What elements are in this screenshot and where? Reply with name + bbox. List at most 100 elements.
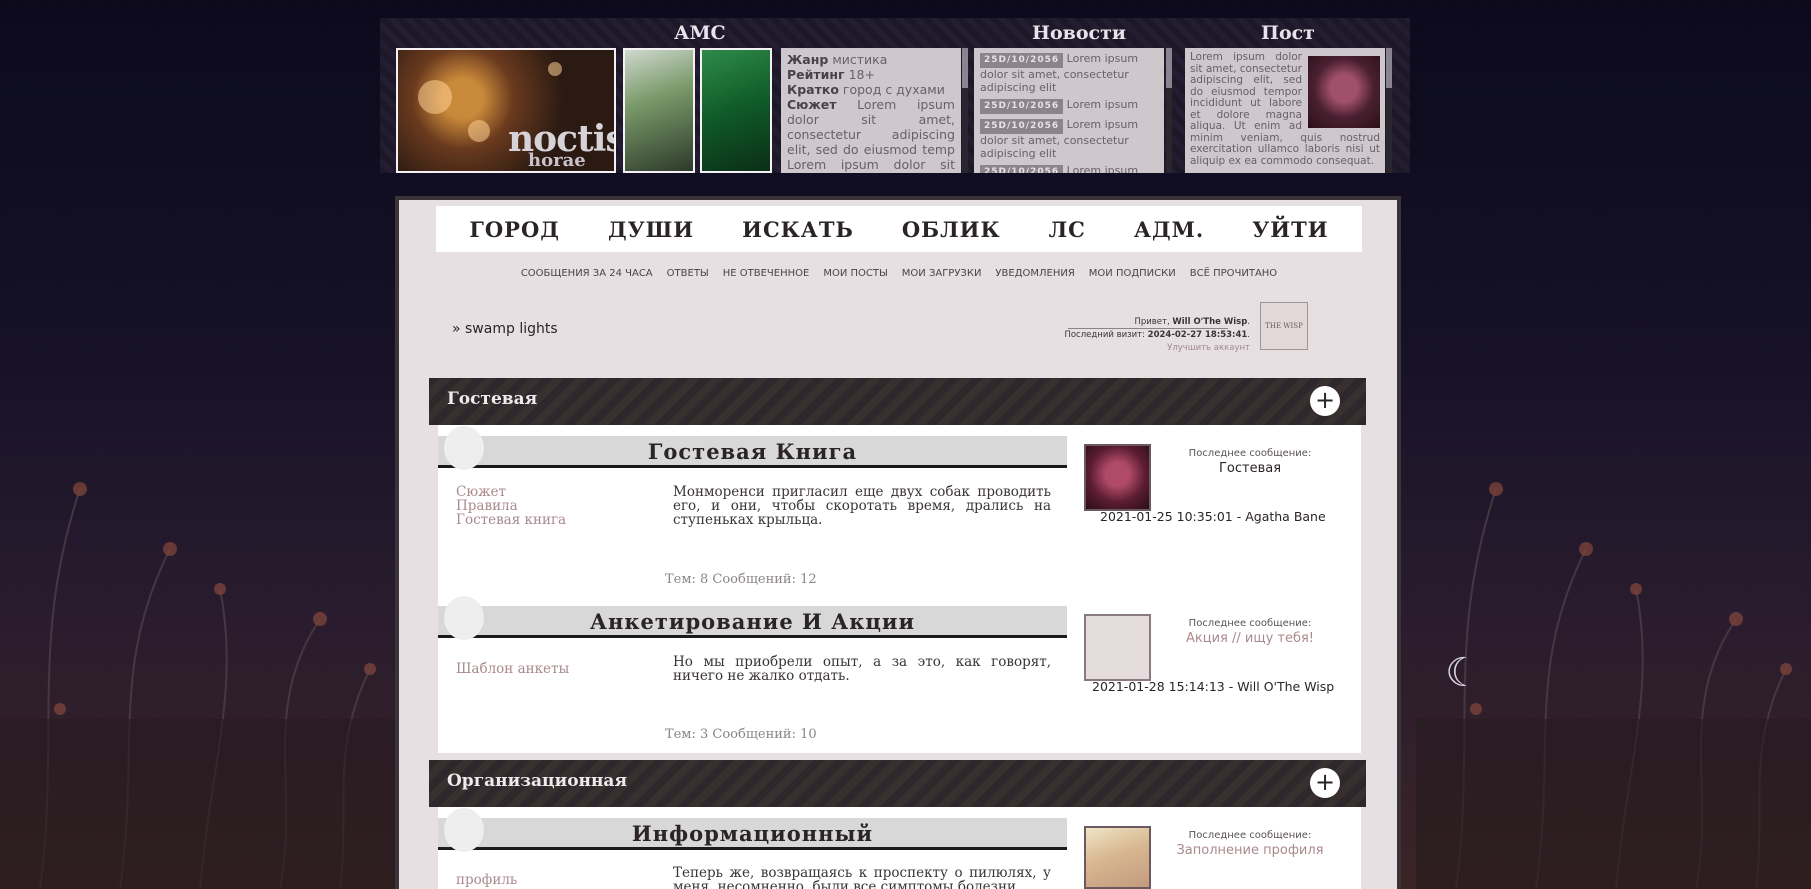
last-post-label: Последнее сообщение: (1188, 830, 1312, 841)
site-logo[interactable]: noctis horae (396, 48, 616, 173)
last-post-avatar[interactable] (1084, 444, 1151, 511)
last-visit-label: Последний визит: (1064, 330, 1145, 340)
scrollbar-thumb[interactable] (1386, 48, 1392, 88)
rating-value: 18+ (848, 67, 875, 82)
bokeh-light (418, 80, 452, 114)
rating-label: Рейтинг (787, 67, 845, 82)
forum-link[interactable]: профиль (456, 873, 517, 887)
news-text: Lorem ipsum (1066, 98, 1139, 111)
bokeh-light (468, 120, 490, 142)
news-date: 25D/10/2056 (980, 165, 1064, 173)
scrollbar-thumb[interactable] (1166, 48, 1172, 88)
news-date: 25D/10/2056 (980, 119, 1064, 134)
user-info-box: Привет, Will O'The Wisp. Последний визит… (1060, 302, 1308, 353)
post-scrollbar[interactable] (1386, 48, 1392, 173)
forum-stats: Тем: 3 Сообщений: 10 (665, 727, 817, 742)
nav-messages[interactable]: ЛС (1049, 217, 1086, 242)
nav-logout[interactable]: УЙТИ (1252, 217, 1328, 242)
ams-title: АМС (674, 22, 726, 44)
brief-label: Кратко (787, 82, 839, 97)
last-post-avatar[interactable] (1084, 826, 1151, 889)
forum-title-info[interactable]: Информационный (438, 821, 1067, 846)
news-scrollbar[interactable] (1166, 48, 1172, 173)
ams-avatar-1[interactable] (623, 48, 695, 173)
forum-title-applications[interactable]: Анкетирование И Акции (438, 609, 1067, 634)
logo-text-horae: horae (528, 150, 586, 171)
category-bar-guest: Гостевая + (429, 378, 1366, 425)
breadcrumb[interactable]: » swamp lights (452, 321, 558, 337)
plot-label: Сюжет (787, 97, 837, 112)
subnav-24h[interactable]: СООБЩЕНИЯ ЗА 24 ЧАСА (521, 268, 653, 279)
subnav-replies[interactable]: ОТВЕТЫ (667, 268, 709, 279)
nav-souls[interactable]: ДУШИ (608, 217, 694, 242)
news-date: 25D/10/2056 (980, 99, 1064, 114)
category-title: Гостевая (447, 389, 538, 409)
forum-links: профиль (456, 873, 517, 887)
news-item: 25D/10/2056 Lorem ipsum (980, 98, 1158, 114)
category-title: Организационная (447, 771, 628, 791)
news-item: 25D/10/2056 Lorem ipsum dolor sit amet, … (980, 118, 1158, 160)
last-post-label: Последнее сообщение: (1188, 448, 1312, 459)
forum-link[interactable]: Гостевая книга (456, 513, 566, 527)
greeting: Привет, (1134, 317, 1170, 327)
forum-description: Но мы приобрели опыт, а за это, как гово… (673, 654, 1051, 684)
moon-icon: ☾ (1445, 650, 1481, 696)
forum-header: Анкетирование И Акции (438, 596, 1067, 640)
last-post-meta: 2021-01-28 15:14:13 - Will O'The Wisp (1092, 679, 1335, 694)
last-post-meta: 2021-01-25 10:35:01 - Agatha Bane (1100, 509, 1326, 524)
news-item: 25D/10/2056 Lorem ipsum dolor sit amet, … (980, 164, 1158, 173)
last-post-avatar[interactable] (1084, 614, 1151, 681)
genre-value: мистика (832, 52, 888, 67)
last-post-label: Последнее сообщение: (1188, 618, 1312, 629)
user-info-text: Привет, Will O'The Wisp. Последний визит… (1064, 317, 1250, 355)
background-flora-right (1416, 482, 1811, 889)
last-post-topic[interactable]: Акция // ищу тебя! (1155, 631, 1345, 646)
last-post-topic[interactable]: Гостевая (1155, 461, 1345, 476)
forum-link[interactable]: Шаблон анкеты (456, 662, 569, 676)
subnav-mark-read[interactable]: ВСЁ ПРОЧИТАНО (1190, 268, 1277, 279)
forum-link[interactable]: Сюжет (456, 485, 566, 499)
scrollbar-thumb[interactable] (962, 48, 968, 88)
genre-info-panel: Жанр мистика Рейтинг 18+ Кратко город с … (781, 48, 961, 173)
forum-stats: Тем: 8 Сообщений: 12 (665, 572, 817, 587)
forum-description: Теперь же, возвращаясь к проспекту о пил… (673, 865, 1051, 889)
nav-city[interactable]: ГОРОД (469, 217, 560, 242)
news-date: 25D/10/2056 (980, 53, 1064, 68)
forum-header: Информационный (438, 808, 1067, 852)
brief-value: город с духами (842, 82, 945, 97)
subnav-my-uploads[interactable]: МОИ ЗАГРУЗКИ (902, 268, 982, 279)
genre-label: Жанр (787, 52, 829, 67)
forum-title-guestbook[interactable]: Гостевая Книга (438, 439, 1067, 464)
forum-header: Гостевая Книга (438, 426, 1067, 470)
category-bar-organizational: Организационная + (429, 760, 1366, 807)
subnav-subscriptions[interactable]: МОИ ПОДПИСКИ (1089, 268, 1176, 279)
collapse-toggle-button[interactable]: + (1310, 386, 1340, 416)
post-avatar[interactable] (1308, 56, 1380, 128)
last-post-topic[interactable]: Заполнение профиля (1155, 843, 1345, 858)
post-panel: Lorem ipsum dolor sit amet, consectetur … (1185, 48, 1385, 173)
post-title: Пост (1261, 22, 1315, 44)
forum-links: Шаблон анкеты (456, 662, 569, 676)
news-item: 25D/10/2056 Lorem ipsum dolor sit amet, … (980, 52, 1158, 94)
upgrade-account-link[interactable]: Улучшить аккаунт (1064, 342, 1250, 355)
sub-navigation: СООБЩЕНИЯ ЗА 24 ЧАСА ОТВЕТЫ НЕ ОТВЕЧЕННО… (436, 268, 1362, 279)
bokeh-light (548, 62, 562, 76)
forum-link[interactable]: Правила (456, 499, 566, 513)
news-title: Новости (1032, 22, 1126, 44)
user-avatar[interactable]: THE WISP (1260, 302, 1308, 350)
forum-description: Монморенси пригласил еще двух собак пров… (673, 484, 1051, 528)
news-panel: 25D/10/2056 Lorem ipsum dolor sit amet, … (974, 48, 1164, 173)
ams-avatar-2[interactable] (700, 48, 772, 173)
collapse-toggle-button[interactable]: + (1310, 768, 1340, 798)
last-visit-value: 2024-02-27 18:53:41 (1147, 330, 1248, 340)
nav-search[interactable]: ИСКАТЬ (742, 217, 854, 242)
main-navigation: ГОРОД ДУШИ ИСКАТЬ ОБЛИК ЛС АДМ. УЙТИ (436, 206, 1362, 252)
nav-admin[interactable]: АДМ. (1134, 217, 1204, 242)
username[interactable]: Will O'The Wisp (1172, 317, 1247, 327)
forum-links: Сюжет Правила Гостевая книга (456, 485, 566, 527)
subnav-notifications[interactable]: УВЕДОМЛЕНИЯ (995, 268, 1074, 279)
nav-appearance[interactable]: ОБЛИК (902, 217, 1001, 242)
subnav-my-posts[interactable]: МОИ ПОСТЫ (823, 268, 887, 279)
subnav-unanswered[interactable]: НЕ ОТВЕЧЕННОЕ (723, 268, 810, 279)
genre-scrollbar[interactable] (962, 48, 968, 173)
